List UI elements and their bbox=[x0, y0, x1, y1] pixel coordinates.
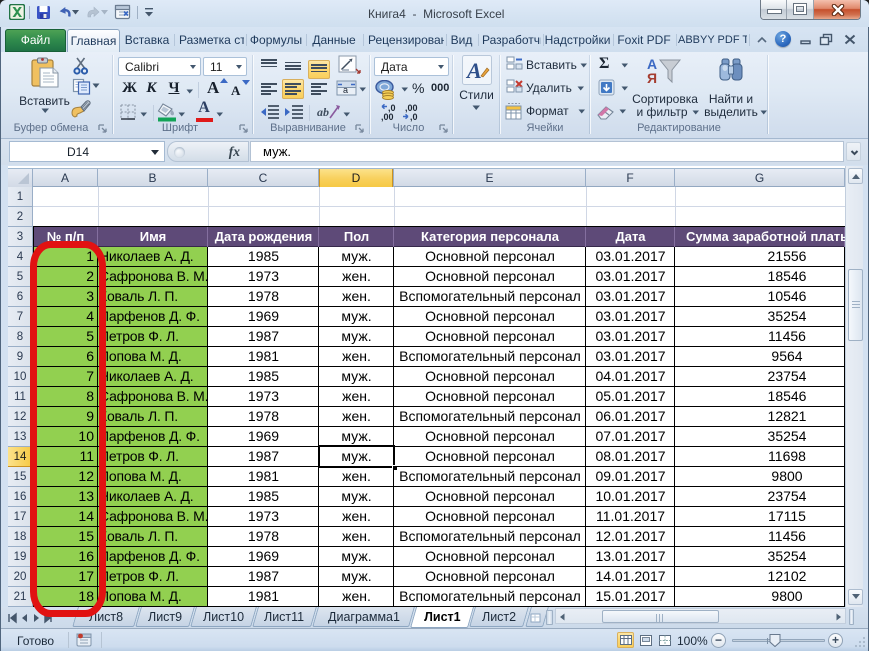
svg-text:ab: ab bbox=[317, 105, 329, 119]
svg-text:A: A bbox=[465, 58, 482, 83]
svg-text:,0: ,0 bbox=[410, 112, 418, 122]
svg-text:a: a bbox=[343, 85, 348, 95]
svg-text:Я: Я bbox=[647, 70, 657, 86]
svg-text:,00: ,00 bbox=[381, 112, 394, 122]
